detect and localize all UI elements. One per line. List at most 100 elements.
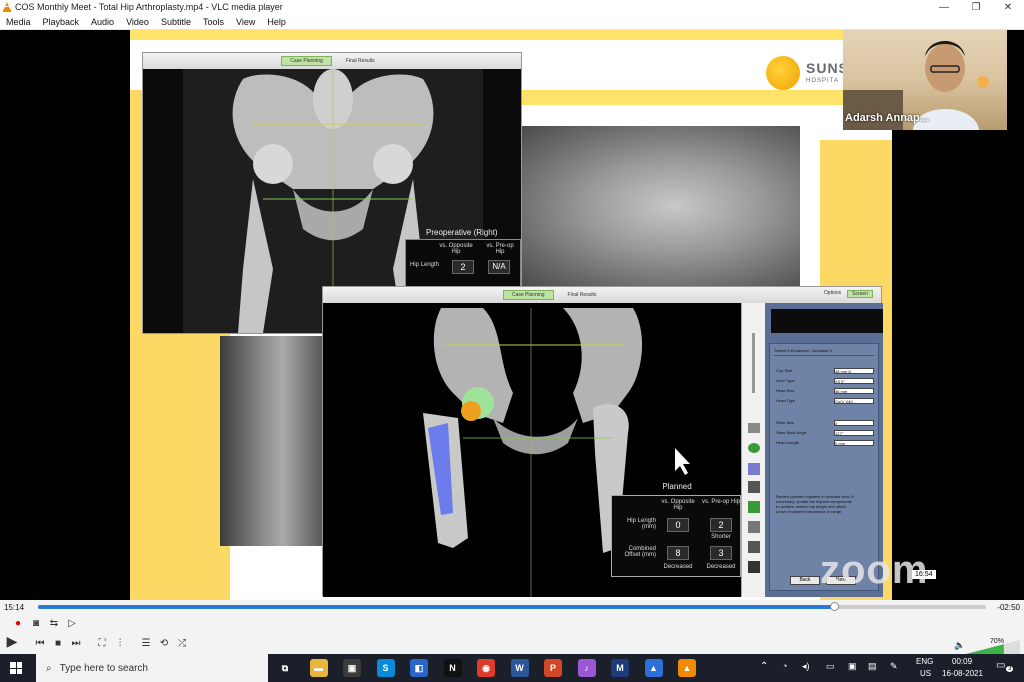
- file-explorer-icon[interactable]: ▬: [309, 659, 328, 677]
- elapsed-time: 15:14: [4, 603, 25, 612]
- menu-media[interactable]: Media: [0, 17, 37, 27]
- stem-size-select[interactable]: 2: [834, 420, 874, 426]
- tool-icon-4[interactable]: [748, 481, 760, 493]
- tab-final-results: Final Results: [345, 58, 375, 64]
- menu-subtitle[interactable]: Subtitle: [155, 17, 197, 27]
- taskbar-search[interactable]: ⌕ Type here to search: [36, 654, 268, 682]
- preop-row-label: Hip Length: [410, 262, 440, 268]
- seek-track[interactable]: [38, 602, 986, 611]
- menu-view[interactable]: View: [230, 17, 261, 27]
- skype-icon[interactable]: S: [376, 659, 395, 677]
- stem-size-label: Stem Size: [776, 420, 795, 425]
- windows-start-icon[interactable]: [10, 662, 22, 674]
- close-button[interactable]: ✕: [992, 2, 1024, 13]
- menu-video[interactable]: Video: [120, 17, 155, 27]
- next-button[interactable]: ⏭: [68, 636, 84, 650]
- store-icon[interactable]: ▣: [343, 659, 361, 677]
- planned-heading: Planned: [662, 482, 692, 491]
- battery-icon[interactable]: ▭: [826, 661, 835, 672]
- task-view-icon[interactable]: ⧉: [276, 659, 294, 677]
- vlc-window: COS Monthly Meet - Total Hip Arthroplast…: [0, 0, 1024, 682]
- loop-button[interactable]: ⟲: [156, 636, 172, 650]
- language-top[interactable]: ENG: [916, 657, 933, 666]
- xray-image-lower-left: [220, 336, 324, 546]
- chrome-icon[interactable]: ◉: [477, 659, 495, 677]
- presentation-slide: SUNS HOSPITA Case Planning Final Results: [130, 30, 892, 600]
- menu-bar: Media Playback Audio Video Subtitle Tool…: [0, 14, 1024, 30]
- minimize-button[interactable]: —: [928, 2, 960, 13]
- tab-final-results-2: Final Results: [567, 292, 597, 298]
- tray-icon-2[interactable]: ▤: [868, 661, 877, 672]
- maximize-button[interactable]: ❐: [960, 2, 992, 13]
- volume-slider[interactable]: [966, 640, 1020, 654]
- extended-settings-button[interactable]: ⫶: [112, 636, 128, 650]
- language-bottom[interactable]: US: [920, 669, 931, 678]
- powerpoint-icon[interactable]: P: [544, 659, 562, 677]
- liner-type-select[interactable]: X3 0°: [834, 378, 874, 384]
- preop-measurement-box: Preoperative (Right) vs. Opposite Hip vs…: [405, 228, 521, 289]
- head-size-select[interactable]: 36 mm: [834, 388, 874, 394]
- xray-image-right: [520, 126, 800, 286]
- webcam-thumbnail: Adarsh Annap...: [843, 30, 1007, 130]
- app-icon[interactable]: ◧: [410, 659, 428, 677]
- shuffle-button[interactable]: ⤮: [174, 636, 190, 650]
- preop-col-preop: vs. Pre-op Hip: [486, 243, 514, 255]
- menu-audio[interactable]: Audio: [85, 17, 120, 27]
- planned-col-preop: vs. Pre-op Hip: [702, 499, 741, 505]
- tray-icon-3[interactable]: ✎: [890, 661, 898, 672]
- preop-hip-length-opposite: 2: [452, 260, 474, 274]
- record-button[interactable]: ●: [10, 616, 26, 630]
- zoom-slider[interactable]: [752, 333, 755, 393]
- tray-icon-1[interactable]: ▣: [848, 661, 857, 672]
- vlc-icon[interactable]: ▲: [678, 659, 696, 677]
- head-length-select[interactable]: 0 mm: [834, 440, 874, 446]
- tool-icon-7[interactable]: [748, 541, 760, 553]
- clock-time[interactable]: 00:09: [952, 657, 972, 666]
- title-bar: COS Monthly Meet - Total Hip Arthroplast…: [0, 0, 1024, 14]
- stop-button[interactable]: ■: [50, 636, 66, 650]
- previous-button[interactable]: ⏮: [32, 636, 48, 650]
- tab-case-planning: Case Planning: [281, 56, 332, 66]
- tool-icon-3[interactable]: [748, 463, 760, 475]
- network-icon[interactable]: ◔: [782, 661, 787, 671]
- loop-ab-button[interactable]: ⇆: [46, 616, 62, 630]
- video-area[interactable]: SUNS HOSPITA Case Planning Final Results: [0, 30, 1024, 600]
- m-app-icon[interactable]: M: [611, 659, 629, 677]
- music-icon[interactable]: ♪: [577, 659, 596, 677]
- menu-playback[interactable]: Playback: [37, 17, 86, 27]
- stem-neck-select[interactable]: 127°: [834, 430, 874, 436]
- vlc-logo-icon: [3, 2, 11, 12]
- netflix-icon[interactable]: N: [443, 659, 462, 677]
- menu-help[interactable]: Help: [261, 17, 292, 27]
- word-icon[interactable]: W: [510, 659, 529, 677]
- tool-icon-1[interactable]: [748, 423, 760, 433]
- head-type-select[interactable]: CoCr V40: [834, 398, 874, 404]
- planned-window-header: Case Planning Final Results Options Scre…: [323, 287, 881, 303]
- planned-offset-preop-note: Decreased: [706, 564, 736, 570]
- notification-icon[interactable]: ▭: [996, 660, 1005, 671]
- snapshot-button[interactable]: ◙: [28, 616, 44, 630]
- play-button[interactable]: ▶: [4, 633, 20, 649]
- volume-tray-icon[interactable]: ◂): [802, 661, 810, 672]
- tool-icon-2[interactable]: [748, 443, 760, 453]
- notification-count: 3: [1006, 666, 1014, 672]
- tool-icon-8[interactable]: [748, 561, 760, 573]
- tool-icon-6[interactable]: [748, 521, 760, 533]
- frame-step-button[interactable]: ▷: [64, 616, 80, 630]
- fullscreen-button[interactable]: ⛶: [94, 636, 110, 650]
- back-button[interactable]: Back: [790, 576, 820, 585]
- head-size-label: Head Size: [776, 388, 795, 393]
- panel-note: Review planned implants in reduced view.…: [776, 494, 854, 514]
- photos-icon[interactable]: ▲: [644, 659, 663, 677]
- tool-icon-5[interactable]: [748, 501, 760, 513]
- clock-date[interactable]: 16-08-2021: [942, 669, 983, 678]
- cup-size-select[interactable]: 48 mm D: [834, 368, 874, 374]
- seek-progress: [38, 605, 835, 609]
- tray-chevron-icon[interactable]: ⌃: [760, 661, 768, 672]
- playlist-button[interactable]: ☰: [138, 636, 154, 650]
- menu-tools[interactable]: Tools: [197, 17, 230, 27]
- playback-controls: ● ◙ ⇆ ▷ ▶ ⏮ ■ ⏭ ⛶ ⫶ ☰ ⟲ ⤮ 🔈 70%: [0, 614, 1024, 654]
- tool-strip: [741, 303, 765, 597]
- seek-handle[interactable]: [830, 602, 840, 611]
- planned-hip-length-preop: 2: [710, 518, 732, 532]
